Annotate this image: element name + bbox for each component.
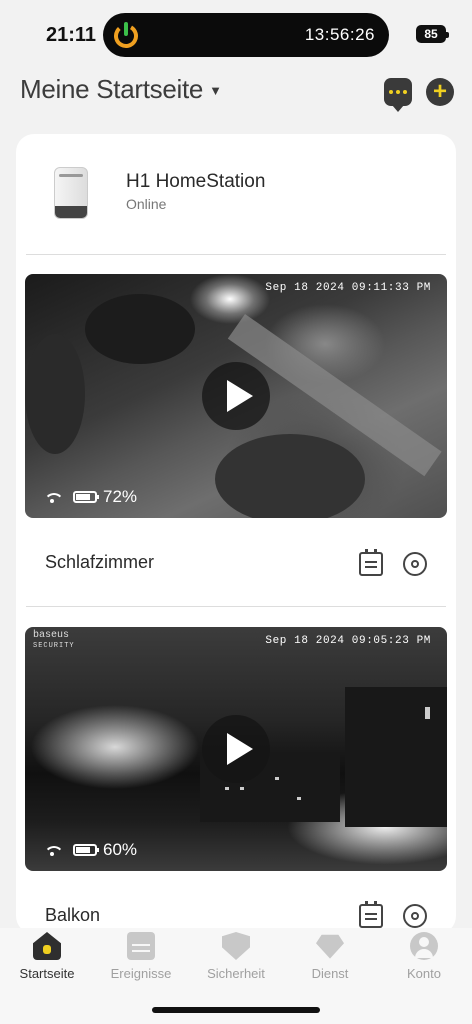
- camera-name: Schlafzimmer: [45, 552, 155, 572]
- homestation-name: H1 HomeStation: [126, 171, 266, 192]
- brand-watermark: baseus SECURITY: [33, 630, 75, 651]
- calendar-icon: [127, 932, 155, 960]
- camera-battery-icon: [73, 844, 99, 856]
- scene-building: [25, 334, 85, 454]
- status-time: 21:11: [46, 24, 97, 46]
- tab-sicherheit[interactable]: Sicherheit: [189, 932, 283, 992]
- shield-icon: [222, 932, 250, 960]
- power-timer-icon: [114, 22, 138, 48]
- scene-window: [225, 787, 229, 790]
- account-icon: [410, 932, 438, 960]
- battery-indicator: 85: [416, 25, 449, 43]
- status-bar: 21:11 13:56:26 85: [0, 0, 472, 70]
- tab-label: Dienst: [311, 966, 349, 981]
- camera-status: 72%: [43, 487, 137, 507]
- homestation-status: Online: [126, 196, 167, 212]
- divider: [26, 254, 446, 255]
- tab-konto[interactable]: Konto: [377, 932, 471, 992]
- scene-window: [240, 787, 244, 790]
- tab-label: Sicherheit: [207, 966, 265, 981]
- camera-battery-percent: 60%: [103, 840, 138, 859]
- tab-label: Ereignisse: [110, 966, 172, 981]
- homestation-device-image: [54, 167, 88, 219]
- play-button[interactable]: [202, 362, 270, 430]
- camera-preview-schlafzimmer[interactable]: Sep 18 2024 09:11:33 PM 72%: [25, 274, 447, 518]
- caret-down-icon: ▼: [209, 83, 222, 98]
- message-icon[interactable]: [384, 78, 412, 112]
- divider: [26, 606, 446, 607]
- camera-status: 60%: [43, 840, 137, 860]
- scene-window: [275, 777, 279, 780]
- camera-name: Balkon: [45, 905, 101, 925]
- scene-tree: [85, 294, 195, 364]
- camera-battery-percent: 72%: [103, 487, 138, 506]
- settings-icon[interactable]: [403, 552, 427, 576]
- device-card: H1 HomeStation Online Sep 18 2024 09:11:…: [16, 134, 456, 934]
- play-button[interactable]: [202, 715, 270, 783]
- scene-bushes: [215, 434, 365, 518]
- scene-window: [425, 707, 430, 719]
- home-indicator[interactable]: [152, 1007, 320, 1013]
- camera-timestamp: Sep 18 2024 09:05:23 PM: [265, 635, 431, 647]
- plus-icon[interactable]: +: [426, 78, 454, 106]
- camera-battery-icon: [73, 491, 99, 503]
- service-icon: [316, 934, 344, 959]
- tab-ereignisse[interactable]: Ereignisse: [94, 932, 188, 992]
- home-icon: [33, 932, 61, 960]
- dynamic-island[interactable]: 13:56:26: [103, 13, 389, 57]
- settings-icon[interactable]: [403, 904, 427, 928]
- calendar-icon[interactable]: [359, 901, 383, 928]
- wifi-icon: [43, 491, 61, 503]
- page-header: Meine Startseite ▼ +: [20, 74, 460, 114]
- camera-preview-balkon[interactable]: baseus SECURITY Sep 18 2024 09:05:23 PM …: [25, 627, 447, 871]
- tab-label: Konto: [407, 966, 441, 981]
- scene-building: [345, 687, 447, 827]
- wifi-icon: [43, 844, 61, 856]
- homestation-row[interactable]: H1 HomeStation Online: [16, 134, 456, 254]
- tab-label: Startseite: [19, 966, 75, 981]
- live-activity-clock: 13:56:26: [304, 25, 375, 44]
- camera-timestamp: Sep 18 2024 09:11:33 PM: [265, 282, 431, 294]
- tab-startseite[interactable]: Startseite: [0, 932, 94, 992]
- scene-window: [297, 797, 301, 800]
- home-selector[interactable]: Meine Startseite ▼: [20, 74, 222, 105]
- page-title: Meine Startseite: [20, 74, 204, 104]
- tab-dienst[interactable]: Dienst: [283, 932, 377, 992]
- calendar-icon[interactable]: [359, 549, 383, 576]
